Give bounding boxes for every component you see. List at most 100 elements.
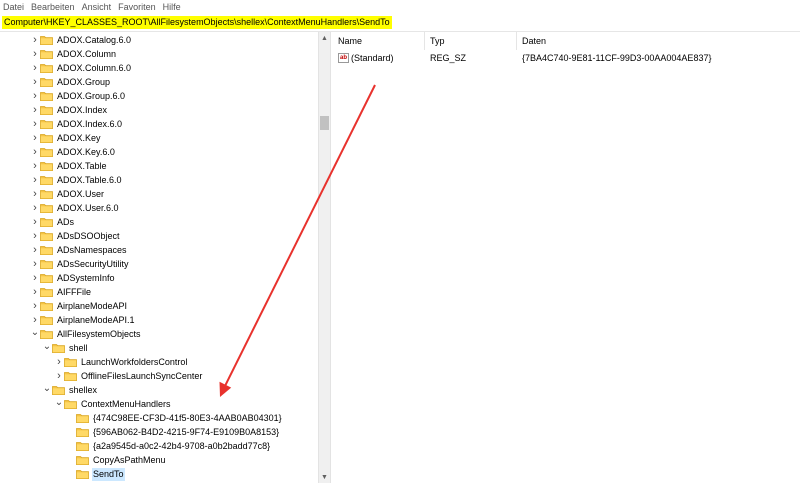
folder-open-icon <box>52 385 65 395</box>
tree-node[interactable]: › AirplaneModeAPI.1 <box>0 313 318 327</box>
value-row[interactable]: ab (Standard) REG_SZ {7BA4C740-9E81-11CF… <box>333 51 800 65</box>
address-path[interactable]: Computer\HKEY_CLASSES_ROOT\AllFilesystem… <box>2 16 392 29</box>
chevron-right-icon[interactable]: › <box>30 145 40 159</box>
folder-open-icon <box>40 329 53 339</box>
folder-icon <box>40 217 53 227</box>
tree-node[interactable]: ⌄ AllFilesystemObjects <box>0 327 318 341</box>
folder-icon <box>40 49 53 59</box>
chevron-down-icon[interactable]: ⌄ <box>42 383 52 397</box>
tree-node[interactable]: SendTo <box>0 467 318 481</box>
tree-node[interactable]: › ADOX.Column <box>0 47 318 61</box>
chevron-right-icon[interactable]: › <box>30 271 40 285</box>
chevron-right-icon[interactable]: › <box>30 89 40 103</box>
tree-node[interactable]: {596AB062-B4D2-4215-9F74-E9109B0A8153} <box>0 425 318 439</box>
folder-icon <box>40 133 53 143</box>
chevron-down-icon[interactable]: ⌄ <box>42 341 52 355</box>
tree-node-label: {596AB062-B4D2-4215-9F74-E9109B0A8153} <box>93 426 280 437</box>
tree-node[interactable]: › ADOX.Table.6.0 <box>0 173 318 187</box>
tree-node-label: ADOX.Key.6.0 <box>57 146 115 157</box>
folder-icon <box>64 357 77 367</box>
folder-icon <box>40 161 53 171</box>
menu-hilfe[interactable]: Hilfe <box>163 2 181 12</box>
tree-node-label: {474C98EE-CF3D-41f5-80E3-4AAB0AB04301} <box>93 412 282 423</box>
tree-node[interactable]: ⌄ shell <box>0 341 318 355</box>
tree-node-label: OfflineFilesLaunchSyncCenter <box>81 370 203 381</box>
tree-node[interactable]: {474C98EE-CF3D-41f5-80E3-4AAB0AB04301} <box>0 411 318 425</box>
scroll-down-icon[interactable]: ▼ <box>319 471 330 483</box>
chevron-down-icon[interactable]: ⌄ <box>54 397 64 411</box>
tree-node-label: ADOX.Column.6.0 <box>57 62 132 73</box>
tree-node[interactable]: › ADOX.Key <box>0 131 318 145</box>
tree-scrollbar[interactable]: ▲ ▼ <box>318 32 330 483</box>
tree-node[interactable]: › ADOX.User <box>0 187 318 201</box>
chevron-right-icon[interactable]: › <box>30 285 40 299</box>
scroll-up-icon[interactable]: ▲ <box>319 32 330 44</box>
chevron-right-icon[interactable]: › <box>30 33 40 47</box>
tree-node[interactable]: › AIFFFile <box>0 285 318 299</box>
chevron-right-icon[interactable]: › <box>30 61 40 75</box>
chevron-right-icon[interactable]: › <box>54 369 64 383</box>
tree-node[interactable]: › ADOX.Catalog.6.0 <box>0 33 318 47</box>
tree-node[interactable]: CopyAsPathMenu <box>0 453 318 467</box>
chevron-right-icon[interactable]: › <box>30 257 40 271</box>
tree-node[interactable]: ⌄ shellex <box>0 383 318 397</box>
tree-node[interactable]: › ADOX.Group.6.0 <box>0 89 318 103</box>
folder-icon <box>64 371 77 381</box>
chevron-right-icon[interactable]: › <box>30 103 40 117</box>
tree-node[interactable]: › ADsSecurityUtility <box>0 257 318 271</box>
tree-node-label: ADOX.Table <box>57 160 107 171</box>
tree-node-label: AllFilesystemObjects <box>57 328 141 339</box>
chevron-right-icon[interactable]: › <box>30 243 40 257</box>
tree-node[interactable]: › ADsNamespaces <box>0 243 318 257</box>
tree-node[interactable]: › ADOX.Index <box>0 103 318 117</box>
tree-node[interactable]: ⌄ ContextMenuHandlers <box>0 397 318 411</box>
tree-node[interactable]: › ADOX.Column.6.0 <box>0 61 318 75</box>
folder-icon <box>40 315 53 325</box>
menu-ansicht[interactable]: Ansicht <box>82 2 112 12</box>
registry-tree[interactable]: › ADOX.Catalog.6.0 › ADOX.Column › ADOX.Colum… <box>0 32 318 483</box>
tree-node[interactable]: {a2a9545d-a0c2-42b4-9708-a0b2badd77c8} <box>0 439 318 453</box>
chevron-right-icon[interactable]: › <box>30 117 40 131</box>
folder-icon <box>40 35 53 45</box>
chevron-right-icon[interactable]: › <box>30 215 40 229</box>
chevron-right-icon[interactable]: › <box>30 229 40 243</box>
column-header-type[interactable]: Typ <box>425 32 517 50</box>
menu-favoriten[interactable]: Favoriten <box>118 2 156 12</box>
chevron-right-icon[interactable]: › <box>30 131 40 145</box>
tree-node[interactable]: › LaunchWorkfoldersControl <box>0 355 318 369</box>
tree-node[interactable]: › OfflineFilesLaunchSyncCenter <box>0 369 318 383</box>
chevron-right-icon[interactable]: › <box>30 299 40 313</box>
chevron-right-icon[interactable]: › <box>54 355 64 369</box>
menu-bearbeiten[interactable]: Bearbeiten <box>31 2 75 12</box>
column-header-data[interactable]: Daten <box>517 32 800 50</box>
tree-node-label: ADOX.Group <box>57 76 111 87</box>
value-type: REG_SZ <box>430 53 467 63</box>
chevron-right-icon[interactable]: › <box>30 173 40 187</box>
chevron-down-icon[interactable]: ⌄ <box>30 327 40 341</box>
tree-node[interactable]: › ADs <box>0 215 318 229</box>
tree-node[interactable]: › ADOX.User.6.0 <box>0 201 318 215</box>
column-header-name[interactable]: Name <box>333 32 425 50</box>
menu-datei[interactable]: Datei <box>3 2 24 12</box>
chevron-right-icon[interactable]: › <box>30 201 40 215</box>
tree-node-label: ADsSecurityUtility <box>57 258 129 269</box>
scroll-thumb[interactable] <box>320 116 329 130</box>
tree-node[interactable]: › ADOX.Table <box>0 159 318 173</box>
tree-node[interactable]: › ADsDSOObject <box>0 229 318 243</box>
chevron-right-icon[interactable]: › <box>30 187 40 201</box>
tree-node-label: ADOX.Index <box>57 104 108 115</box>
tree-node[interactable]: › ADOX.Index.6.0 <box>0 117 318 131</box>
address-bar[interactable]: Computer\HKEY_CLASSES_ROOT\AllFilesystem… <box>0 14 800 32</box>
tree-node[interactable]: › ADOX.Key.6.0 <box>0 145 318 159</box>
folder-icon <box>40 105 53 115</box>
tree-node[interactable]: › AirplaneModeAPI <box>0 299 318 313</box>
chevron-right-icon[interactable]: › <box>30 159 40 173</box>
chevron-right-icon[interactable]: › <box>30 313 40 327</box>
chevron-right-icon[interactable]: › <box>30 75 40 89</box>
tree-node-label: ADOX.Catalog.6.0 <box>57 34 132 45</box>
chevron-right-icon[interactable]: › <box>30 47 40 61</box>
tree-node[interactable]: › ADSystemInfo <box>0 271 318 285</box>
tree-node[interactable]: › ADOX.Group <box>0 75 318 89</box>
